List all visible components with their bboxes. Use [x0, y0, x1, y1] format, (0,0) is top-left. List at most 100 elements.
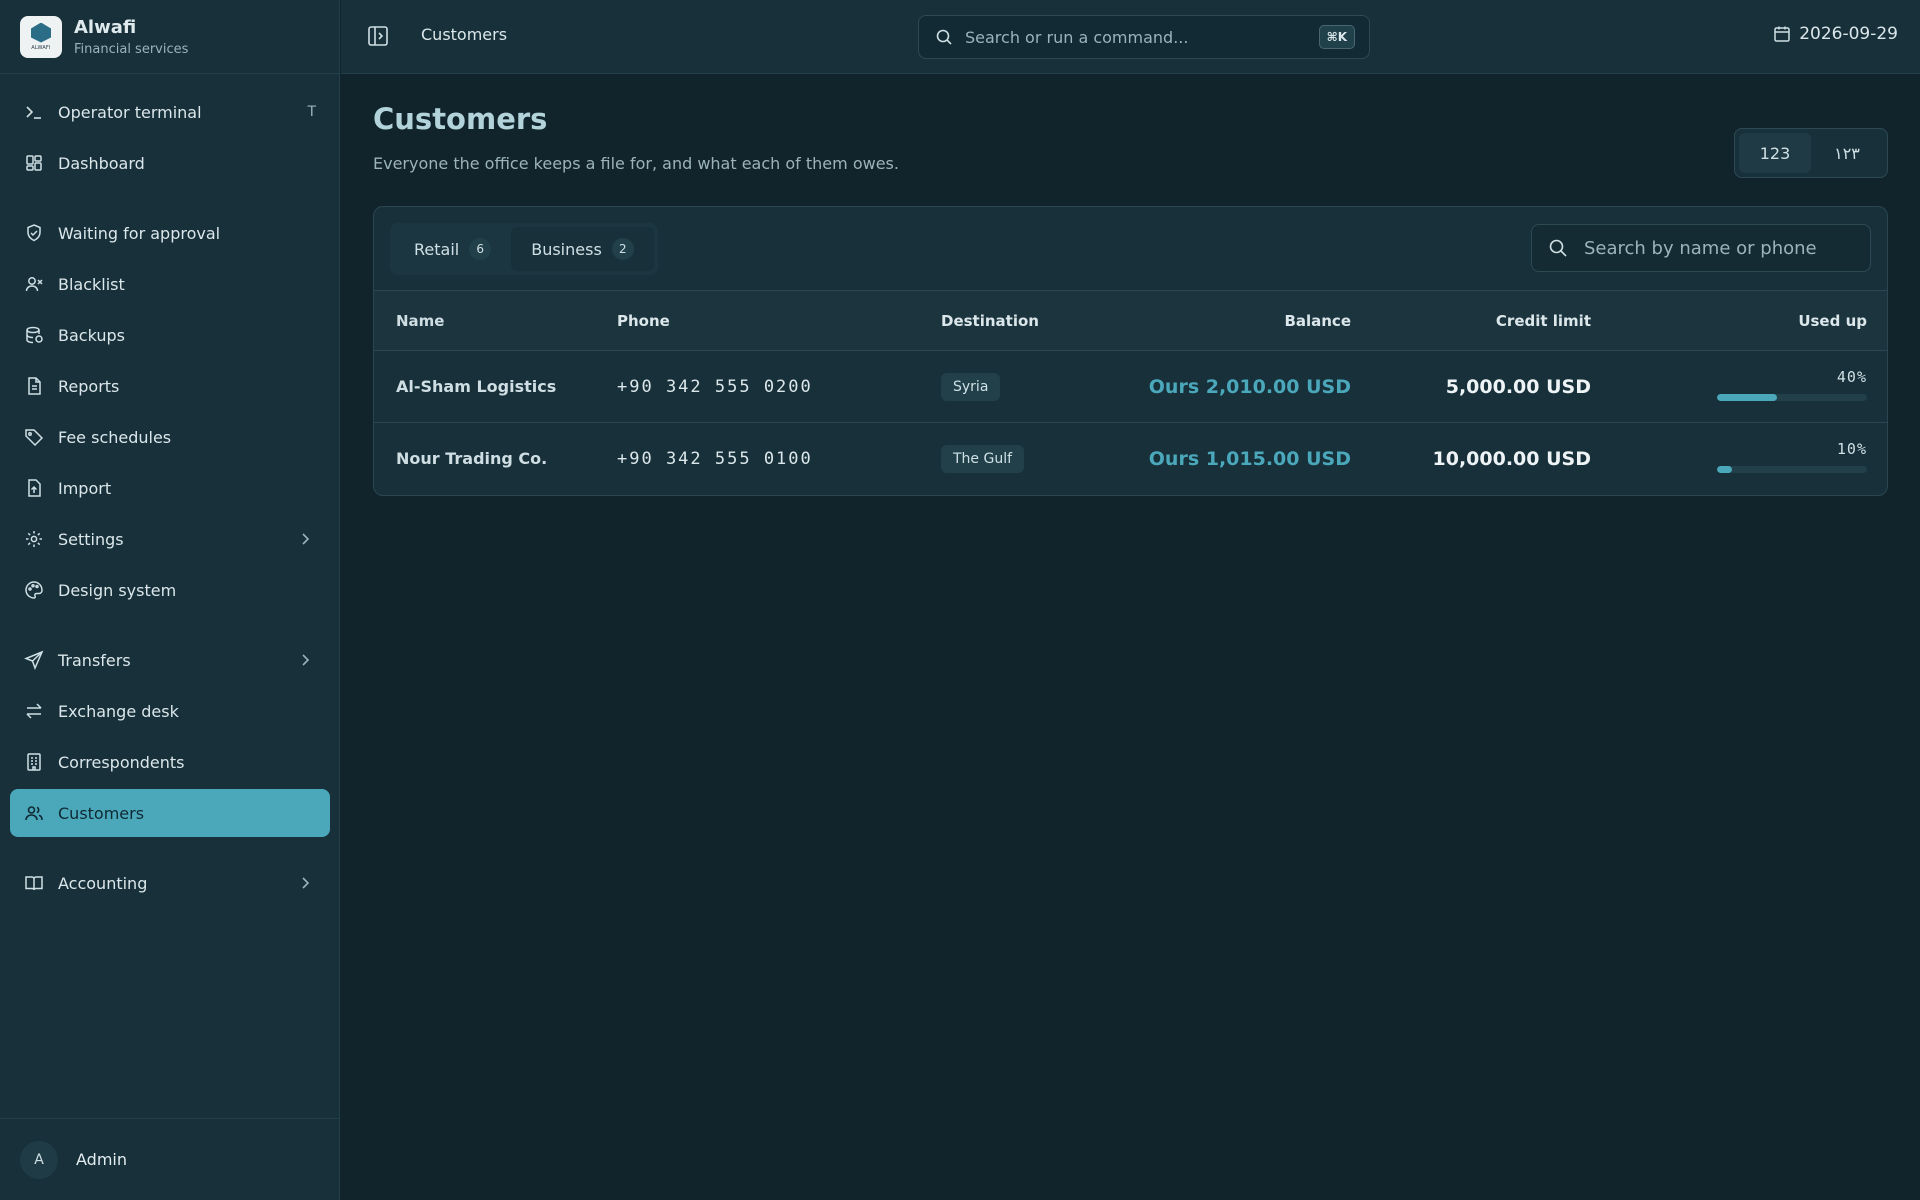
- column-header-destination[interactable]: Destination: [941, 291, 1141, 351]
- sidebar-item-label: Correspondents: [58, 752, 185, 772]
- customers-table: Name Phone Destination Balance Credit li…: [374, 290, 1887, 495]
- column-header-credit-limit[interactable]: Credit limit: [1351, 291, 1591, 351]
- search-icon: [1549, 239, 1567, 257]
- destination-cell: The Gulf: [941, 423, 1141, 495]
- chevron-right-icon: [302, 877, 310, 889]
- building-icon: [24, 752, 44, 772]
- database-icon: [24, 325, 44, 345]
- brand-subtitle: Financial services: [74, 41, 189, 57]
- sidebar-item-exchange-desk[interactable]: Exchange desk: [10, 687, 330, 735]
- keyboard-shortcut-badge: ⌘K: [1318, 25, 1355, 49]
- column-header-name[interactable]: Name: [374, 291, 617, 351]
- used-up-bar-fill: [1717, 466, 1732, 474]
- current-date[interactable]: 2026-09-29: [1773, 24, 1898, 44]
- sidebar-item-import[interactable]: Import: [10, 464, 330, 512]
- used-up-percent: 40%: [1836, 368, 1867, 386]
- customer-name[interactable]: Nour Trading Co.: [374, 423, 617, 495]
- document-icon: [24, 376, 44, 396]
- gear-icon: [24, 529, 44, 549]
- destination-badge: The Gulf: [941, 444, 1025, 473]
- column-header-phone[interactable]: Phone: [617, 291, 941, 351]
- brand-logo[interactable]: ALWAFI: [20, 15, 62, 58]
- tag-icon: [24, 427, 44, 447]
- customer-credit-limit: 10,000.00 USD: [1432, 447, 1591, 470]
- command-search-placeholder: Search or run a command...: [965, 27, 1189, 47]
- sidebar-item-label: Reports: [58, 376, 120, 396]
- sidebar-item-label: Exchange desk: [58, 701, 179, 721]
- customers-table-card: Retail 6 Business 2 Name Phone Destinati…: [373, 206, 1888, 496]
- dashboard-icon: [24, 153, 44, 173]
- tab-count-badge: 2: [611, 238, 634, 260]
- page-title: Customers: [373, 102, 548, 136]
- topbar: Customers Search or run a command... ⌘K …: [341, 0, 1920, 74]
- calendar-icon: [1774, 26, 1790, 42]
- sidebar-item-label: Operator terminal: [58, 102, 202, 122]
- shield-check-icon: [24, 223, 44, 243]
- user-x-icon: [24, 274, 44, 294]
- used-up-cell: 10%: [1591, 423, 1887, 495]
- tab-retail[interactable]: Retail 6: [394, 227, 511, 271]
- customer-phone: +90 342 555 0200: [617, 376, 813, 397]
- column-header-balance[interactable]: Balance: [1141, 291, 1351, 351]
- search-icon: [936, 29, 952, 45]
- command-search[interactable]: Search or run a command... ⌘K: [918, 15, 1370, 59]
- used-up-percent: 10%: [1836, 440, 1867, 459]
- sidebar-item-waiting-for-approval[interactable]: Waiting for approval: [10, 209, 330, 257]
- used-up-bar: [1717, 466, 1867, 474]
- table-row[interactable]: Nour Trading Co. +90 342 555 0100 The Gu…: [374, 423, 1887, 495]
- table-row[interactable]: Al-Sham Logistics +90 342 555 0200 Syria…: [374, 351, 1887, 423]
- sidebar-item-operator-terminal[interactable]: Operator terminal T: [10, 88, 330, 136]
- sidebar-toggle-icon[interactable]: [367, 25, 389, 47]
- brand-name: Alwafi: [74, 16, 137, 38]
- sidebar-item-label: Dashboard: [58, 153, 145, 173]
- sidebar-item-accounting[interactable]: Accounting: [10, 859, 330, 907]
- sidebar-item-fee-schedules[interactable]: Fee schedules: [10, 413, 330, 461]
- tab-count-badge: 6: [469, 238, 492, 260]
- sidebar-item-customers[interactable]: Customers: [10, 789, 330, 837]
- user-menu[interactable]: A Admin: [0, 1118, 340, 1200]
- number-format-arabic[interactable]: ١٢٣: [1811, 133, 1883, 173]
- used-up-meter: 40%: [1717, 368, 1867, 401]
- terminal-icon: [24, 102, 44, 122]
- table-search: [1531, 224, 1871, 272]
- tab-business[interactable]: Business 2: [511, 227, 654, 271]
- customer-balance: Ours 2,010.00 USD: [1148, 375, 1351, 398]
- search-input[interactable]: [1584, 237, 1854, 259]
- logo-wordmark: ALWAFI: [31, 44, 51, 51]
- sidebar-item-label: Customers: [58, 803, 145, 823]
- brand-text: Alwafi Financial services: [74, 17, 188, 57]
- tab-label: Retail: [414, 239, 460, 259]
- sidebar-item-label: Settings: [58, 529, 124, 549]
- shortcut-hint: T: [307, 104, 316, 120]
- sidebar-item-label: Fee schedules: [58, 427, 172, 447]
- used-up-cell: 40%: [1591, 351, 1887, 423]
- table-header-row: Name Phone Destination Balance Credit li…: [374, 290, 1887, 351]
- number-format-latin[interactable]: 123: [1739, 133, 1811, 173]
- sidebar-item-blacklist[interactable]: Blacklist: [10, 260, 330, 308]
- sidebar-item-settings[interactable]: Settings: [10, 515, 330, 563]
- customer-name[interactable]: Al-Sham Logistics: [374, 351, 617, 423]
- sidebar-item-reports[interactable]: Reports: [10, 362, 330, 410]
- destination-badge: Syria: [941, 372, 1001, 401]
- chevron-right-icon: [302, 654, 310, 666]
- destination-cell: Syria: [941, 351, 1141, 423]
- sidebar-item-label: Blacklist: [58, 274, 125, 294]
- customer-credit-limit: 5,000.00 USD: [1445, 375, 1591, 398]
- breadcrumb: Customers: [421, 25, 508, 44]
- sidebar-item-label: Import: [58, 478, 112, 498]
- users-icon: [24, 803, 44, 823]
- sidebar-item-dashboard[interactable]: Dashboard: [10, 139, 330, 187]
- tab-label: Business: [531, 239, 602, 259]
- sidebar-item-transfers[interactable]: Transfers: [10, 636, 330, 684]
- sidebar-item-label: Design system: [58, 580, 177, 600]
- number-format-toggle: 123 ١٢٣: [1734, 128, 1888, 178]
- used-up-bar: [1717, 394, 1867, 401]
- sidebar-item-label: Backups: [58, 325, 125, 345]
- sidebar-item-design-system[interactable]: Design system: [10, 566, 330, 614]
- column-header-used-up[interactable]: Used up: [1591, 291, 1887, 351]
- sidebar-item-backups[interactable]: Backups: [10, 311, 330, 359]
- logo-mark-icon: [31, 22, 51, 43]
- used-up-meter: 10%: [1717, 440, 1867, 474]
- user-name: Admin: [76, 1150, 127, 1169]
- sidebar-item-correspondents[interactable]: Correspondents: [10, 738, 330, 786]
